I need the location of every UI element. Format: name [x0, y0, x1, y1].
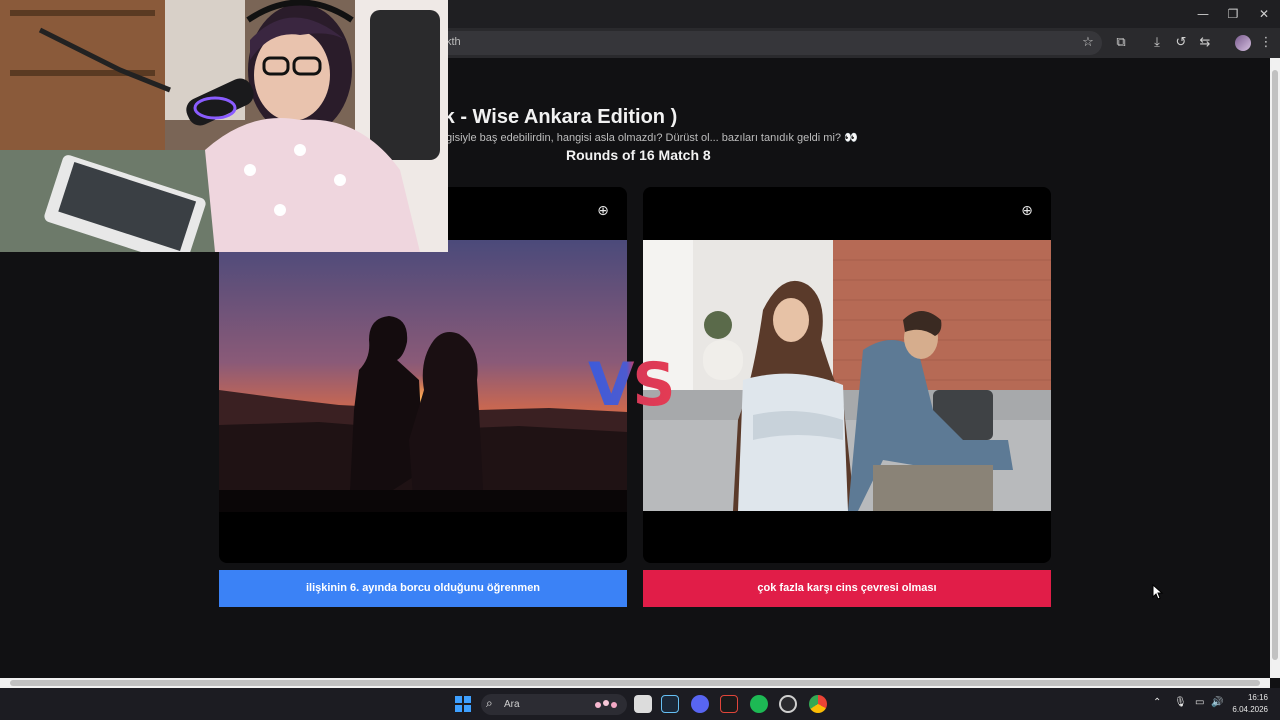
zoom-in-icon[interactable]: ⊕ [594, 202, 612, 220]
app-icon[interactable] [720, 695, 738, 713]
microphone-icon[interactable]: 🎙 [1174, 697, 1187, 708]
discord-icon[interactable] [691, 695, 709, 713]
webcam-overlay [0, 0, 448, 252]
speaker-icon[interactable]: 🔊 [1211, 697, 1223, 708]
choice-button-left[interactable]: ilişkinin 6. ayında borcu olduğunu öğren… [219, 570, 627, 607]
menu-icon[interactable]: ⋮ [1257, 34, 1275, 52]
option-image-right[interactable] [643, 240, 1051, 511]
network-icon[interactable]: ▭ [1195, 697, 1204, 708]
horizontal-scrollbar-thumb[interactable] [10, 680, 1260, 686]
minimize-button[interactable]: — [1188, 4, 1218, 24]
file-explorer-icon[interactable] [634, 695, 652, 713]
app-icon[interactable] [779, 695, 797, 713]
choice-button-right[interactable]: çok fazla karşı cins çevresi olması [643, 570, 1051, 607]
zoom-in-icon[interactable]: ⊕ [1018, 202, 1036, 220]
spotify-icon[interactable] [750, 695, 768, 713]
chevron-up-icon[interactable]: ⌃ [1153, 697, 1161, 708]
history-icon[interactable]: ↺ [1172, 34, 1190, 52]
extensions-icon[interactable]: ⧉ [1112, 34, 1130, 52]
vs-label: VS [588, 350, 676, 420]
download-icon[interactable]: ⤓ [1148, 34, 1166, 52]
url-text: kth [446, 36, 461, 48]
steam-icon[interactable] [661, 695, 679, 713]
translate-icon[interactable]: ⇆ [1196, 34, 1214, 52]
clock-date[interactable]: 6.04.2026 [1226, 705, 1268, 714]
clock-time[interactable]: 16:16 [1232, 693, 1268, 702]
mouse-cursor-icon [1152, 584, 1164, 600]
round-label: Rounds of 16 Match 8 [566, 147, 711, 163]
chrome-icon[interactable] [809, 695, 827, 713]
restore-button[interactable]: ❐ [1218, 4, 1248, 24]
taskbar-search-placeholder: Ara [504, 699, 520, 710]
windows-start-icon[interactable] [455, 696, 471, 712]
close-button[interactable]: ✕ [1249, 4, 1279, 24]
address-bar[interactable] [430, 31, 1102, 55]
vertical-scrollbar-thumb[interactable] [1272, 70, 1278, 660]
search-icon: ⌕ [486, 696, 493, 710]
profile-avatar[interactable] [1235, 35, 1251, 51]
star-icon[interactable]: ☆ [1079, 34, 1097, 52]
option-image-left[interactable] [219, 240, 627, 512]
search-highlight-icon [592, 697, 622, 711]
